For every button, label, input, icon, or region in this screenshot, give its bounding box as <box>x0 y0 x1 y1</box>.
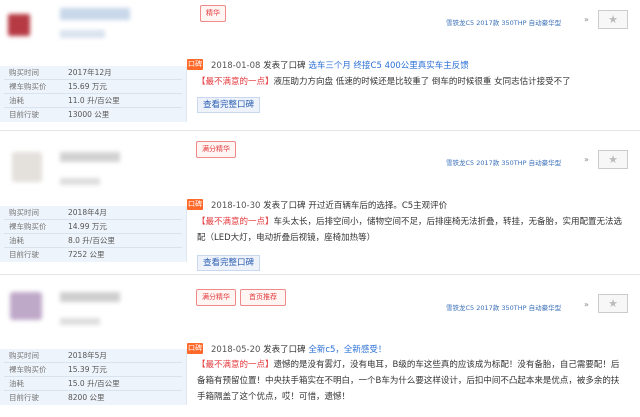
purchase-info: 购买时间 2017年12月 裸车购买价 15.69 万元 油耗 11.0 升/百公里 … <box>0 66 187 122</box>
username[interactable] <box>60 8 130 20</box>
info-label: 裸车购买价 <box>9 82 47 91</box>
username[interactable] <box>60 292 120 302</box>
review-body: 液压助力方向盘 低速的时候还是比较重了 倒车的时候很重 女同志估计接受不了 <box>273 77 571 87</box>
post-action: 发表了口碑 <box>263 345 306 355</box>
star-icon[interactable]: ★ <box>598 294 628 313</box>
post-title-link[interactable]: 开过近百辆车后的选择。C5主观评价 <box>308 201 447 211</box>
info-value: 13000 公里 <box>68 110 110 119</box>
post-date: 2018-10-30 <box>211 201 261 211</box>
award-badge: 满分精华 <box>196 289 236 306</box>
user-level <box>60 318 100 325</box>
post-header: 2018-01-08 发表了口碑 选车三个月 终接C5 400公里真实车主反馈 <box>211 59 469 71</box>
info-label: 购买时间 <box>9 351 39 360</box>
info-value: 2017年12月 <box>68 68 112 77</box>
info-value: 2018年4月 <box>68 208 107 217</box>
username[interactable] <box>60 152 120 162</box>
avatar[interactable] <box>10 292 42 320</box>
info-value: 2018年5月 <box>68 351 107 360</box>
info-label: 购买时间 <box>9 208 39 217</box>
info-label: 油耗 <box>9 236 24 245</box>
purchase-info: 购买时间 2018年5月 裸车购买价 15.39 万元 油耗 15.0 升/百公里 目… <box>0 349 187 405</box>
read-full-review-button[interactable]: 查看完整口碑 <box>197 255 261 271</box>
post-title-link[interactable]: 选车三个月 终接C5 400公里真实车主反馈 <box>308 61 468 71</box>
review-tag: 【最不满意的一点】 <box>197 360 274 370</box>
info-label: 目前行驶 <box>9 110 39 119</box>
star-icon[interactable]: ★ <box>598 10 628 29</box>
info-label: 目前行驶 <box>9 393 39 402</box>
review-text: 【最不满意的一点】车头太长，后排空间小，储物空间不足，后排座椅无法折叠，转挂，无… <box>197 214 627 246</box>
info-value: 15.39 万元 <box>68 365 107 374</box>
review-tag: 【最不满意的一点】 <box>197 77 274 87</box>
info-value: 8.0 升/百公里 <box>68 236 115 245</box>
post-action: 发表了口碑 <box>263 201 306 211</box>
post-date: 2018-05-20 <box>211 345 261 355</box>
info-value: 15.0 升/百公里 <box>68 379 120 388</box>
post-action: 发表了口碑 <box>263 61 306 71</box>
post-header: 2018-05-20 发表了口碑 全新c5，全新感受！ <box>211 343 386 355</box>
koubei-badge: 口碑 <box>187 199 203 210</box>
award-badge: 满分精华 <box>196 141 236 158</box>
review-text: 【最不满意的一点】遗憾的是没有雾灯，没有电耳，B级的车这些真的应该成为标配！没有… <box>197 357 627 405</box>
koubei-badge: 口碑 <box>187 343 203 354</box>
info-label: 裸车购买价 <box>9 222 47 231</box>
user-level <box>60 178 100 185</box>
avatar[interactable] <box>12 152 42 182</box>
info-value: 15.69 万元 <box>68 82 107 91</box>
award-badge: 精华 <box>200 5 226 22</box>
info-value: 11.0 升/百公里 <box>68 96 120 105</box>
post-date: 2018-01-08 <box>211 61 261 71</box>
post-title-link[interactable]: 全新c5，全新感受！ <box>308 345 386 355</box>
review-text: 【最不满意的一点】液压助力方向盘 低速的时候还是比较重了 倒车的时候很重 女同志… <box>197 74 627 90</box>
car-model-link[interactable]: 雪铁龙C5 2017款 350THP 自动豪华型 <box>446 302 561 312</box>
car-model-link[interactable]: 雪铁龙C5 2017款 350THP 自动豪华型 <box>446 17 561 27</box>
review-tag: 【最不满意的一点】 <box>197 217 274 227</box>
info-value: 14.99 万元 <box>68 222 107 231</box>
info-label: 购买时间 <box>9 68 39 77</box>
chevron-right-icon[interactable]: » <box>584 15 589 24</box>
post-header: 2018-10-30 发表了口碑 开过近百辆车后的选择。C5主观评价 <box>211 199 447 211</box>
info-label: 目前行驶 <box>9 250 39 259</box>
info-label: 油耗 <box>9 96 24 105</box>
read-full-review-button[interactable]: 查看完整口碑 <box>197 97 261 113</box>
award-badge: 首页推荐 <box>240 289 286 306</box>
avatar[interactable] <box>8 14 30 36</box>
chevron-right-icon[interactable]: » <box>584 155 589 164</box>
car-model-link[interactable]: 雪铁龙C5 2017款 350THP 自动豪华型 <box>446 157 561 167</box>
star-icon[interactable]: ★ <box>598 150 628 169</box>
info-label: 裸车购买价 <box>9 365 47 374</box>
info-value: 8200 公里 <box>68 393 105 402</box>
info-label: 油耗 <box>9 379 24 388</box>
purchase-info: 购买时间 2018年4月 裸车购买价 14.99 万元 油耗 8.0 升/百公里 目前… <box>0 206 187 262</box>
koubei-badge: 口碑 <box>187 59 203 70</box>
chevron-right-icon[interactable]: » <box>584 300 589 309</box>
info-value: 7252 公里 <box>68 250 105 259</box>
user-level <box>60 30 105 38</box>
